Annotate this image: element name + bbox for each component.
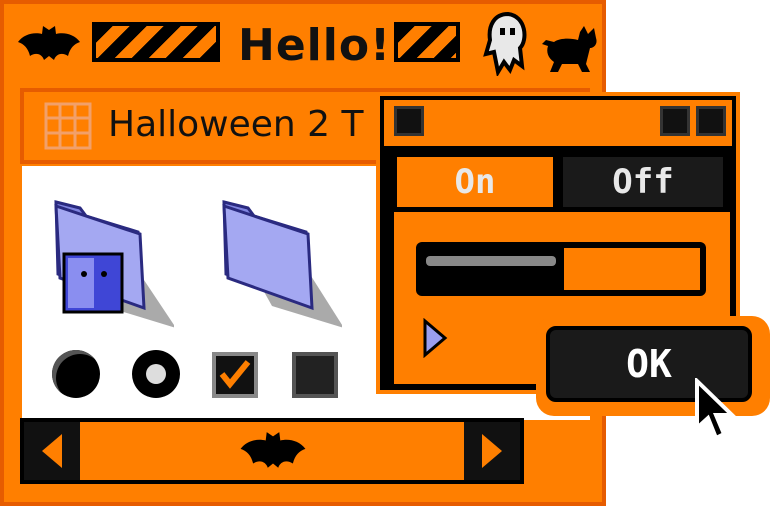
checkbox-unchecked[interactable] xyxy=(292,352,338,398)
checkmark-icon xyxy=(219,360,251,389)
slider-fill xyxy=(564,248,700,290)
radio-dot xyxy=(146,364,166,384)
checkbox-checked[interactable] xyxy=(212,352,258,398)
collapse-box-button[interactable] xyxy=(696,106,726,136)
bat-icon[interactable] xyxy=(238,428,308,474)
tab-on[interactable]: On xyxy=(394,154,556,210)
left-arrow-icon xyxy=(42,434,62,468)
bat-icon xyxy=(18,26,80,60)
radio-button-unselected[interactable] xyxy=(52,350,100,398)
window-title: Hello! xyxy=(238,20,392,71)
dialog-title-bar[interactable] xyxy=(384,100,732,146)
horizontal-scrollbar[interactable] xyxy=(20,418,524,484)
ghost-icon xyxy=(483,11,527,76)
folder-icon[interactable] xyxy=(214,194,342,330)
zoom-box-button[interactable] xyxy=(660,106,690,136)
close-box-button[interactable] xyxy=(394,106,424,136)
mouse-cursor-icon xyxy=(695,378,737,441)
title-stripes-right xyxy=(394,22,460,62)
finder-folder-icon[interactable] xyxy=(46,194,174,330)
slider-track xyxy=(426,256,556,266)
header-label: Halloween 2 T xyxy=(108,104,364,145)
radio-button-selected[interactable] xyxy=(132,350,180,398)
disclosure-triangle-icon[interactable] xyxy=(422,318,448,358)
title-bar[interactable]: Hello! xyxy=(10,10,600,76)
black-cat-icon xyxy=(542,26,597,72)
progress-slider[interactable] xyxy=(416,242,706,296)
scroll-left-button[interactable] xyxy=(24,422,80,480)
tab-off[interactable]: Off xyxy=(560,154,726,210)
right-arrow-icon xyxy=(482,434,502,468)
title-stripes-left xyxy=(92,22,220,62)
scroll-right-button[interactable] xyxy=(464,422,520,480)
grid-icon xyxy=(44,102,92,150)
